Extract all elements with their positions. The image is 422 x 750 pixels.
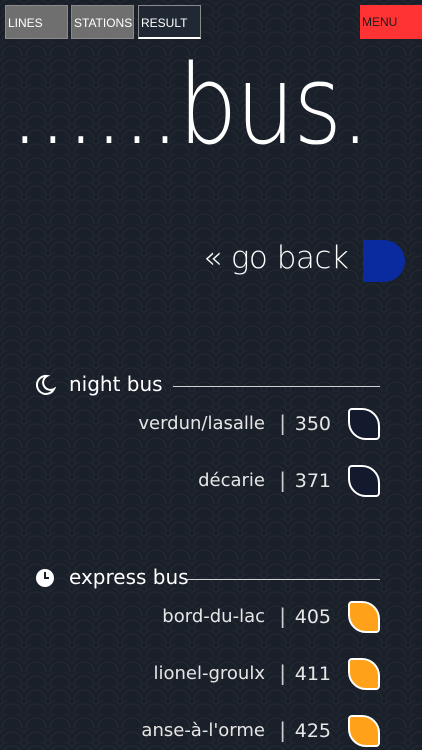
route-number: 350 [294,413,331,435]
menu-label: MENU [362,15,398,29]
night-route-badge-icon[interactable] [348,465,380,497]
express-route-badge-icon[interactable] [348,715,380,747]
route-name: anse-à-l'orme [141,720,265,741]
tab-lines[interactable]: LINES [5,5,68,39]
tab-stations-label: STATIONS [74,16,133,30]
section-divider [186,579,380,580]
route-name: lionel-groulx [153,663,266,684]
tab-stations[interactable]: STATIONS [71,5,134,39]
page-title: ......bus. [10,41,370,169]
tab-lines-label: LINES [8,16,43,30]
night-bus-title: night bus [69,372,163,396]
express-route-badge-icon[interactable] [348,601,380,633]
top-tab-bar: LINES STATIONS RESULT MENU [5,5,422,39]
blue-half-circle-icon [363,240,405,282]
moon-icon [35,374,56,395]
night-route-badge-icon[interactable] [348,408,380,440]
section-divider [173,386,380,387]
list-item[interactable]: lionel-groulx | 411 [34,658,380,692]
express-bus-section-header: express bus [34,563,380,593]
route-number: 405 [294,606,331,628]
tab-result-label: RESULT [141,16,188,30]
express-route-badge-icon[interactable] [348,658,380,690]
route-number: 411 [294,663,331,685]
route-number: 425 [294,720,331,742]
tab-result[interactable]: RESULT [138,5,201,39]
menu-button[interactable]: MENU [360,5,422,39]
separator: | [279,604,286,628]
go-back-link[interactable]: « go back [203,240,349,276]
separator: | [279,661,286,685]
route-name: verdun/lasalle [138,413,265,434]
separator: | [279,718,286,742]
route-number: 371 [294,470,331,492]
route-name: décarie [198,470,265,491]
separator: | [279,468,286,492]
night-bus-section-header: night bus [34,370,380,400]
express-bus-title: express bus [69,565,189,589]
list-item[interactable]: décarie | 371 [34,465,380,499]
list-item[interactable]: anse-à-l'orme | 425 [34,715,380,749]
clock-icon [36,569,54,587]
route-name: bord-du-lac [162,606,265,627]
separator: | [279,411,286,435]
list-item[interactable]: verdun/lasalle | 350 [34,408,380,442]
list-item[interactable]: bord-du-lac | 405 [34,601,380,635]
